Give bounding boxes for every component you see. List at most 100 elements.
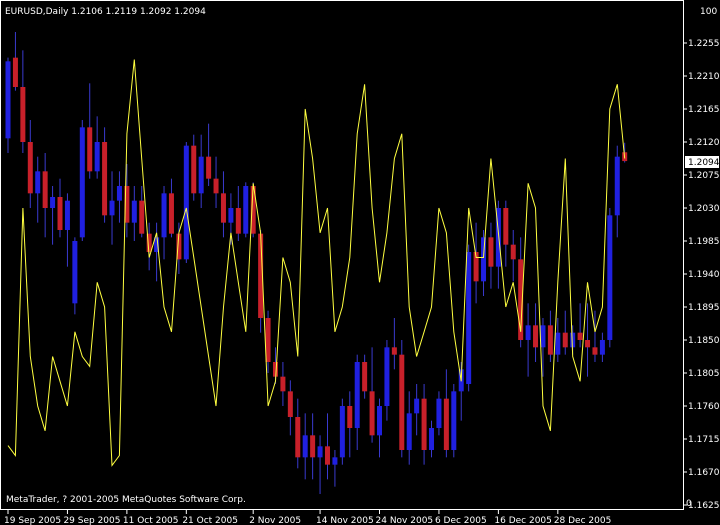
candle [57, 178, 63, 238]
candle [94, 116, 100, 179]
candle [354, 354, 360, 450]
candle-body [102, 142, 108, 216]
candle-body [614, 156, 620, 216]
indicator-layer [7, 59, 626, 467]
candle [12, 32, 18, 91]
candle-body [347, 406, 353, 428]
candle [339, 398, 345, 465]
candle-body [72, 241, 78, 304]
candle [436, 391, 442, 436]
candle-body [406, 413, 412, 450]
y-tick-label: 1.2255 [688, 39, 720, 49]
candle-body [206, 156, 212, 179]
candle-body [399, 354, 405, 450]
oscillator-top-label: 100 [700, 7, 717, 17]
candle [213, 156, 219, 208]
candle-body [555, 332, 561, 355]
y-tick-label: 1.2075 [688, 171, 720, 181]
candle [384, 340, 390, 421]
candle [168, 178, 174, 238]
candle-body [533, 325, 539, 348]
candle-body [391, 347, 397, 355]
candle [547, 310, 553, 362]
candle [347, 391, 353, 458]
candle-body [429, 428, 435, 450]
candle [503, 200, 509, 267]
candle [102, 127, 108, 223]
y-tick-label: 1.2120 [688, 138, 720, 148]
candle-body [50, 197, 56, 208]
y-tick-label: 1.1850 [688, 336, 720, 346]
candle-body [332, 457, 338, 465]
candle [391, 318, 397, 370]
candle-body [414, 398, 420, 414]
candle-body [585, 340, 591, 348]
candle-body [109, 200, 115, 216]
candle-body [481, 237, 487, 282]
x-tick-label: 24 Nov 2005 [376, 516, 434, 525]
y-tick-label: 1.2030 [688, 204, 720, 214]
x-tick-label: 16 Dec 2005 [494, 516, 552, 525]
candle [599, 332, 605, 362]
x-axis-ticks: 19 Sep 2005 29 Sep 2005 11 Oct 2005 21 Oct … [4, 509, 611, 525]
candle [377, 398, 382, 458]
candle-body [607, 215, 613, 340]
candle-body [168, 193, 174, 234]
candle [191, 134, 197, 201]
candle [466, 244, 472, 392]
y-tick-label: 1.1670 [688, 468, 720, 478]
price-chart[interactable]: 1.2255 1.2210 1.2165 1.2120 1.2075 1.2030 1.19… [0, 0, 720, 525]
candle [235, 186, 241, 241]
candle-body [94, 142, 100, 172]
candle-body [27, 142, 33, 194]
candle-body [436, 398, 442, 428]
oscillator-bottom-label: 0 [686, 499, 692, 509]
candle [27, 120, 33, 208]
candle-body [287, 391, 293, 417]
candle-body [451, 391, 457, 450]
candle [79, 120, 85, 241]
x-tick-label: 21 Oct 2005 [182, 516, 238, 525]
symbol-info: EURUSD,Daily 1.2106 1.2119 1.2092 1.2094 [5, 7, 206, 17]
y-tick-label: 1.1715 [688, 435, 720, 445]
y-tick-label: 1.2210 [688, 72, 720, 82]
candle-body [228, 208, 234, 223]
x-tick-label: 28 Dec 2005 [554, 516, 612, 525]
current-price-marker: 1.2094 [685, 156, 720, 168]
candle-body [243, 186, 249, 234]
candle-body [310, 435, 316, 458]
x-tick-label: 2 Nov 2005 [249, 516, 301, 525]
candle [206, 123, 212, 186]
x-tick-label: 11 Oct 2005 [123, 516, 179, 525]
candles-layer [5, 32, 628, 494]
candle [243, 182, 249, 238]
candle [183, 142, 189, 263]
candle [317, 435, 323, 494]
current-price-label: 1.2094 [688, 158, 720, 168]
candle-body [161, 193, 167, 238]
candle-body [599, 340, 605, 355]
candle [443, 369, 449, 458]
y-tick-label: 1.1985 [688, 237, 720, 247]
x-tick-label: 29 Sep 2005 [63, 516, 120, 525]
candle [533, 303, 539, 362]
candle [607, 208, 613, 348]
candle-body [421, 398, 427, 450]
y-tick-label: 1.1760 [688, 402, 720, 412]
candle-body [302, 435, 308, 458]
candle-body [5, 61, 11, 139]
y-tick-label: 1.1805 [688, 369, 720, 379]
candle [161, 186, 167, 260]
candle [406, 391, 412, 465]
candle-body [443, 398, 449, 450]
candle-body [87, 127, 93, 172]
candle-body [354, 362, 360, 428]
candle [50, 186, 56, 245]
candle [176, 222, 182, 274]
candle-body [339, 406, 345, 458]
candle [116, 171, 122, 223]
candle [399, 340, 405, 458]
candle-body [79, 127, 85, 238]
x-tick-label: 19 Sep 2005 [4, 516, 61, 525]
candle-body [525, 325, 531, 340]
